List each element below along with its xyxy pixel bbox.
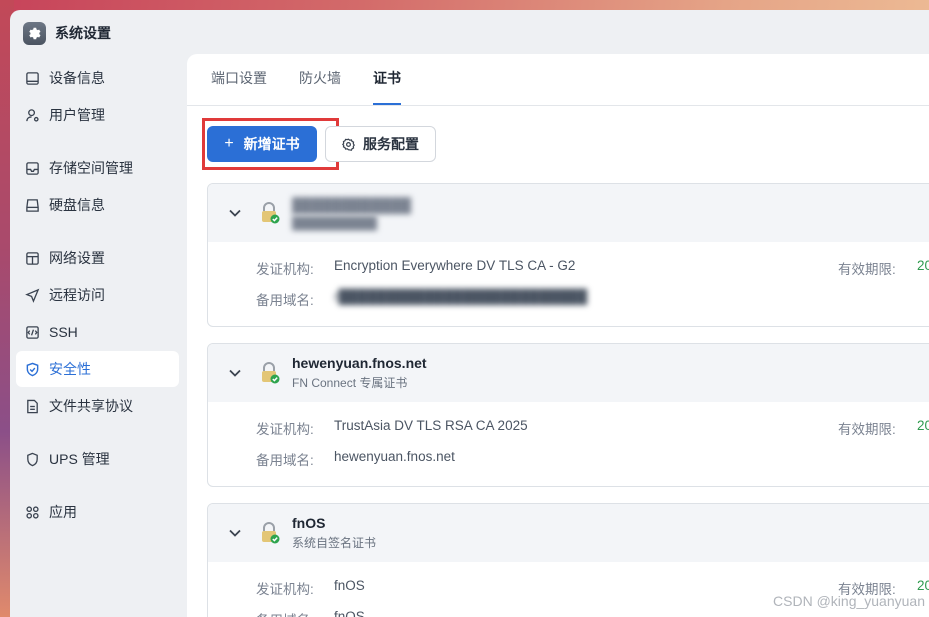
sidebar-item-user-management[interactable]: 用户管理 [16, 97, 179, 133]
sidebar-item-label: 硬盘信息 [49, 197, 105, 213]
certificate-subtitle: ██████████ [292, 215, 378, 230]
file-share-icon [24, 398, 40, 414]
certificate-header: hewenyuan.fnos.net FN Connect 专属证书 [208, 344, 929, 402]
alt-domain-label: 备用域名: [256, 609, 334, 617]
title-bar: 系统设置 [10, 10, 929, 56]
chevron-down-icon[interactable] [228, 366, 242, 380]
toolbar: + 新增证书 服务配置 [207, 126, 436, 162]
sidebar-item-device-info[interactable]: 设备信息 [16, 60, 179, 96]
tab-certificates[interactable]: 证书 [373, 68, 401, 105]
ups-icon [24, 451, 40, 467]
alt-domain-value: hewenyuan.fnos.net [334, 449, 455, 464]
issuer-value: Encryption Everywhere DV TLS CA - G2 [334, 258, 576, 273]
alt-domain-label: 备用域名: [256, 453, 314, 468]
sidebar-item-ssh[interactable]: SSH [16, 314, 179, 350]
gear-icon [23, 21, 46, 45]
alt-domain-label: 备用域名: [256, 293, 314, 308]
chevron-down-icon[interactable] [228, 206, 242, 220]
expiry-label: 有效期限: [838, 262, 896, 277]
certificate-card: hewenyuan.fnos.net FN Connect 专属证书 发证机构:… [207, 343, 929, 487]
sidebar-item-file-share[interactable]: 文件共享协议 [16, 388, 179, 424]
expiry-value: 20 [917, 258, 929, 273]
device-icon [24, 70, 40, 86]
service-config-button[interactable]: 服务配置 [325, 126, 436, 162]
remote-icon [24, 287, 40, 303]
tab-firewall[interactable]: 防火墙 [299, 68, 341, 105]
window-title: 系统设置 [55, 25, 111, 41]
sidebar-item-remote-access[interactable]: 远程访问 [16, 277, 179, 313]
lock-icon [260, 202, 280, 224]
certificate-details: 发证机构: TrustAsia DV TLS RSA CA 2025 有效期限:… [208, 402, 929, 480]
issuer-label: 发证机构: [256, 262, 314, 277]
add-certificate-button[interactable]: + 新增证书 [207, 126, 317, 162]
sidebar-item-label: 设备信息 [49, 70, 105, 86]
sidebar-item-storage[interactable]: 存储空间管理 [16, 150, 179, 186]
storage-icon [24, 160, 40, 176]
certificate-details: 发证机构: Encryption Everywhere DV TLS CA - … [208, 242, 929, 320]
sidebar-item-label: 应用 [49, 504, 77, 520]
gear-icon [342, 138, 355, 151]
chevron-down-icon[interactable] [228, 526, 242, 540]
issuer-value: fnOS [334, 578, 365, 593]
certificate-header: ████████████ ██████████ [208, 184, 929, 242]
tab-bar: 端口设置 防火墙 证书 [187, 54, 929, 106]
alt-domain-value: fnOS [334, 609, 365, 617]
sidebar-item-label: 远程访问 [49, 287, 105, 303]
add-certificate-label: 新增证书 [243, 136, 300, 152]
service-config-label: 服务配置 [363, 136, 419, 152]
sidebar-item-label: 文件共享协议 [49, 398, 133, 414]
settings-window: 系统设置 设备信息 用户管理 存储空间管理 硬盘信息 网络设置 远程访问 SSH… [10, 10, 929, 617]
certificate-name: ████████████ [292, 196, 412, 213]
sidebar-item-label: SSH [49, 324, 78, 340]
sidebar-item-disk-info[interactable]: 硬盘信息 [16, 187, 179, 223]
sidebar-item-label: UPS 管理 [49, 451, 110, 467]
sidebar-item-network[interactable]: 网络设置 [16, 240, 179, 276]
expiry-value: 20 [917, 578, 929, 593]
network-icon [24, 250, 40, 266]
shield-icon [24, 361, 40, 377]
sidebar-item-security[interactable]: 安全性 [16, 351, 179, 387]
certificate-header: fnOS 系统自签名证书 [208, 504, 929, 562]
user-icon [24, 107, 40, 123]
sidebar-item-label: 网络设置 [49, 250, 105, 266]
sidebar-item-label: 用户管理 [49, 107, 105, 123]
certificate-name: fnOS [292, 515, 326, 531]
expiry-value: 20 [917, 418, 929, 433]
expiry-label: 有效期限: [838, 422, 896, 437]
watermark: CSDN @king_yuanyuan [773, 593, 925, 609]
issuer-label: 发证机构: [256, 582, 314, 597]
disk-icon [24, 197, 40, 213]
plus-icon: + [224, 135, 234, 152]
lock-icon [260, 522, 280, 544]
sidebar-item-ups[interactable]: UPS 管理 [16, 441, 179, 477]
lock-icon [260, 362, 280, 384]
sidebar-item-label: 安全性 [49, 361, 91, 377]
sidebar: 设备信息 用户管理 存储空间管理 硬盘信息 网络设置 远程访问 SSH 安全性 … [10, 60, 187, 531]
issuer-value: TrustAsia DV TLS RSA CA 2025 [334, 418, 528, 433]
certificate-subtitle: 系统自签名证书 [292, 536, 377, 550]
sidebar-item-label: 存储空间管理 [49, 160, 133, 176]
alt-domain-value: r██████████████████████████ [334, 289, 588, 304]
issuer-label: 发证机构: [256, 422, 314, 437]
ssh-icon [24, 324, 40, 340]
sidebar-item-apps[interactable]: 应用 [16, 494, 179, 530]
main-panel: 端口设置 防火墙 证书 + 新增证书 服务配置 ████████████ ███… [187, 54, 929, 617]
certificate-card: ████████████ ██████████ 发证机构: Encryption… [207, 183, 929, 327]
apps-icon [24, 504, 40, 520]
tab-port-settings[interactable]: 端口设置 [211, 68, 267, 105]
certificate-subtitle: FN Connect 专属证书 [292, 376, 408, 390]
certificate-name: hewenyuan.fnos.net [292, 355, 427, 371]
